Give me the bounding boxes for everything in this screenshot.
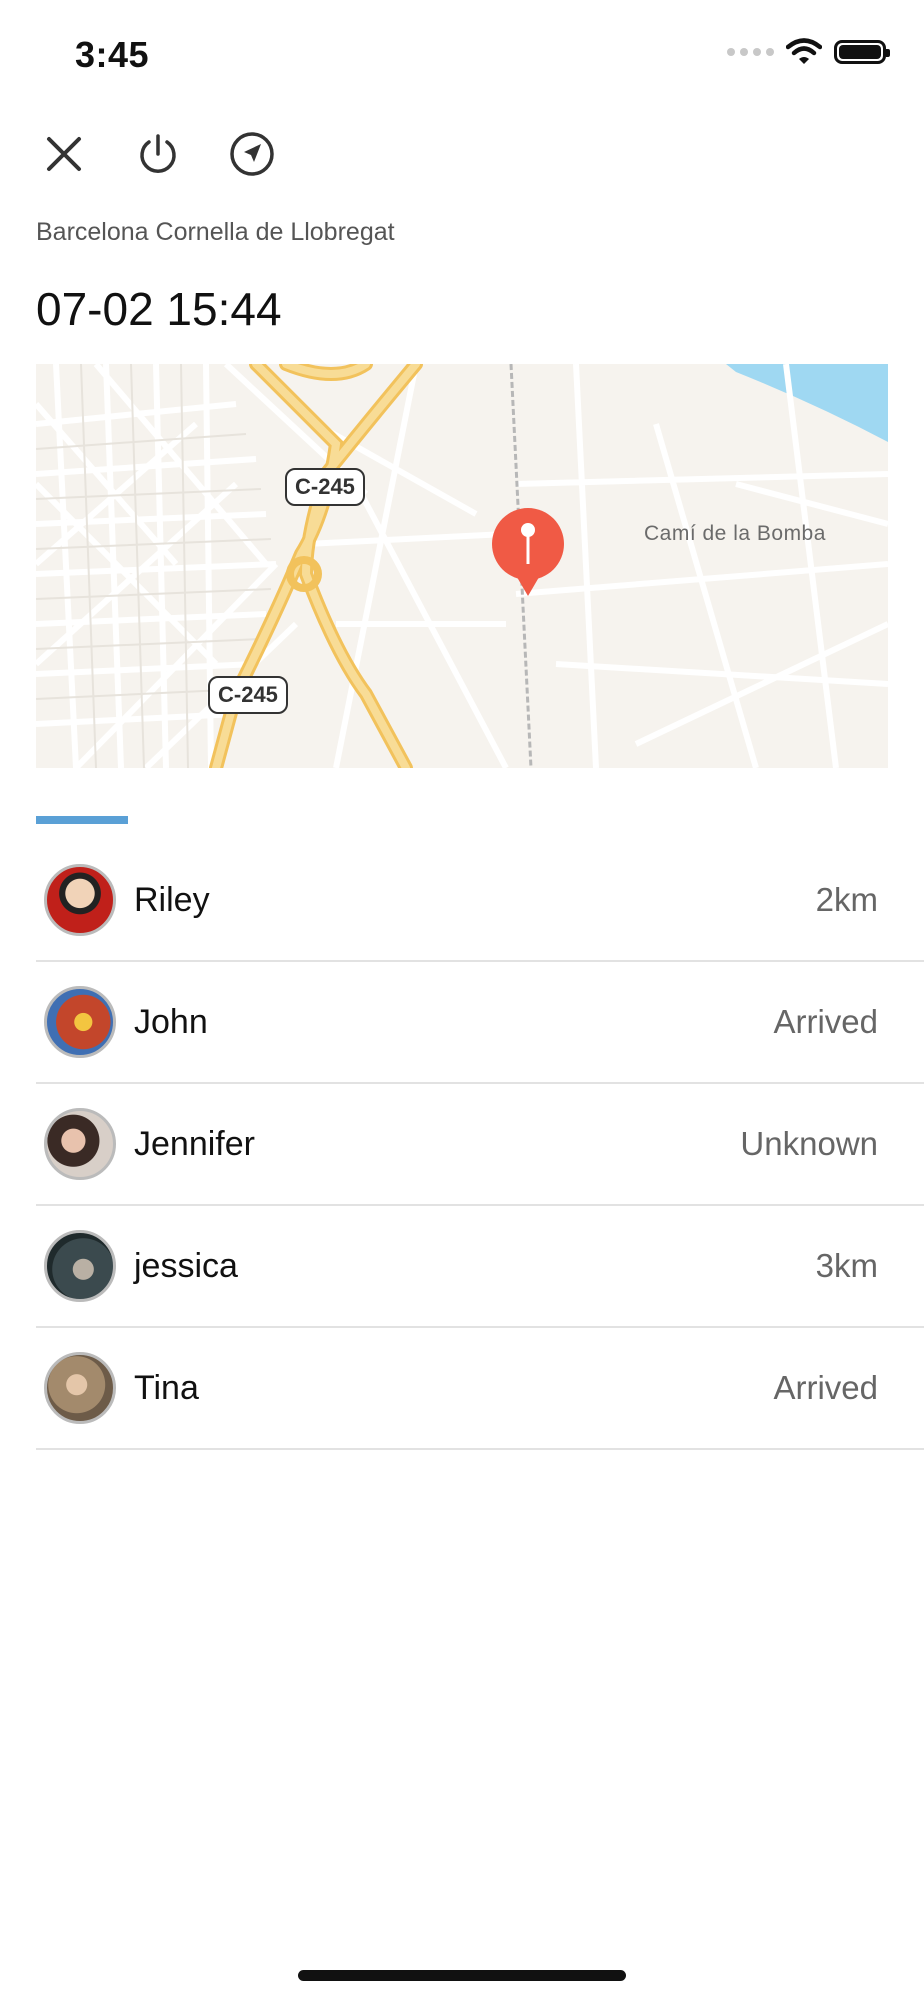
navigation-icon [230, 132, 274, 176]
battery-icon [834, 40, 890, 64]
member-name: Tina [134, 1368, 199, 1407]
member-name: jessica [134, 1246, 238, 1285]
member-name: Jennifer [134, 1124, 255, 1163]
status-icons [727, 38, 890, 66]
location-pin-icon[interactable] [488, 506, 568, 600]
list-item[interactable]: Jennifer Unknown [36, 1084, 924, 1206]
avatar [44, 864, 116, 936]
avatar [44, 1108, 116, 1180]
list-item[interactable]: Tina Arrived [36, 1328, 924, 1450]
status-bar: 3:45 [0, 0, 924, 110]
close-button[interactable] [36, 126, 92, 182]
list-item[interactable]: John Arrived [36, 962, 924, 1084]
member-status: 2km [815, 881, 878, 918]
member-name: Riley [134, 880, 210, 919]
member-status: Unknown [740, 1125, 878, 1162]
map-place-label: Camí de la Bomba [644, 522, 826, 545]
member-status: 3km [815, 1247, 878, 1284]
home-indicator[interactable] [298, 1970, 626, 1981]
datetime-title: 07-02 15:44 [36, 283, 282, 335]
avatar [44, 1352, 116, 1424]
close-icon [47, 137, 81, 171]
wifi-icon [786, 38, 822, 64]
list-item[interactable]: Riley 2km [36, 840, 924, 962]
list-item[interactable]: jessica 3km [36, 1206, 924, 1328]
navigate-button[interactable] [224, 126, 280, 182]
road-label: C-245 [285, 468, 365, 506]
avatar [44, 1230, 116, 1302]
power-button[interactable] [130, 126, 186, 182]
member-list: Riley 2km John Arrived Jennifer Unknown … [36, 840, 924, 1450]
member-status: Arrived [773, 1369, 878, 1406]
tab-indicator [36, 816, 128, 824]
toolbar [36, 126, 280, 182]
road-label: C-245 [208, 676, 288, 714]
location-label: Barcelona Cornella de Llobregat [36, 218, 395, 246]
cellular-signal-icon [727, 48, 774, 56]
map-view[interactable]: C-245 C-245 Camí de la Bomba [36, 364, 888, 768]
avatar [44, 986, 116, 1058]
map-streets [36, 364, 888, 768]
member-name: John [134, 1002, 208, 1041]
status-time: 3:45 [75, 34, 150, 75]
member-status: Arrived [773, 1003, 878, 1040]
power-icon [140, 134, 176, 173]
